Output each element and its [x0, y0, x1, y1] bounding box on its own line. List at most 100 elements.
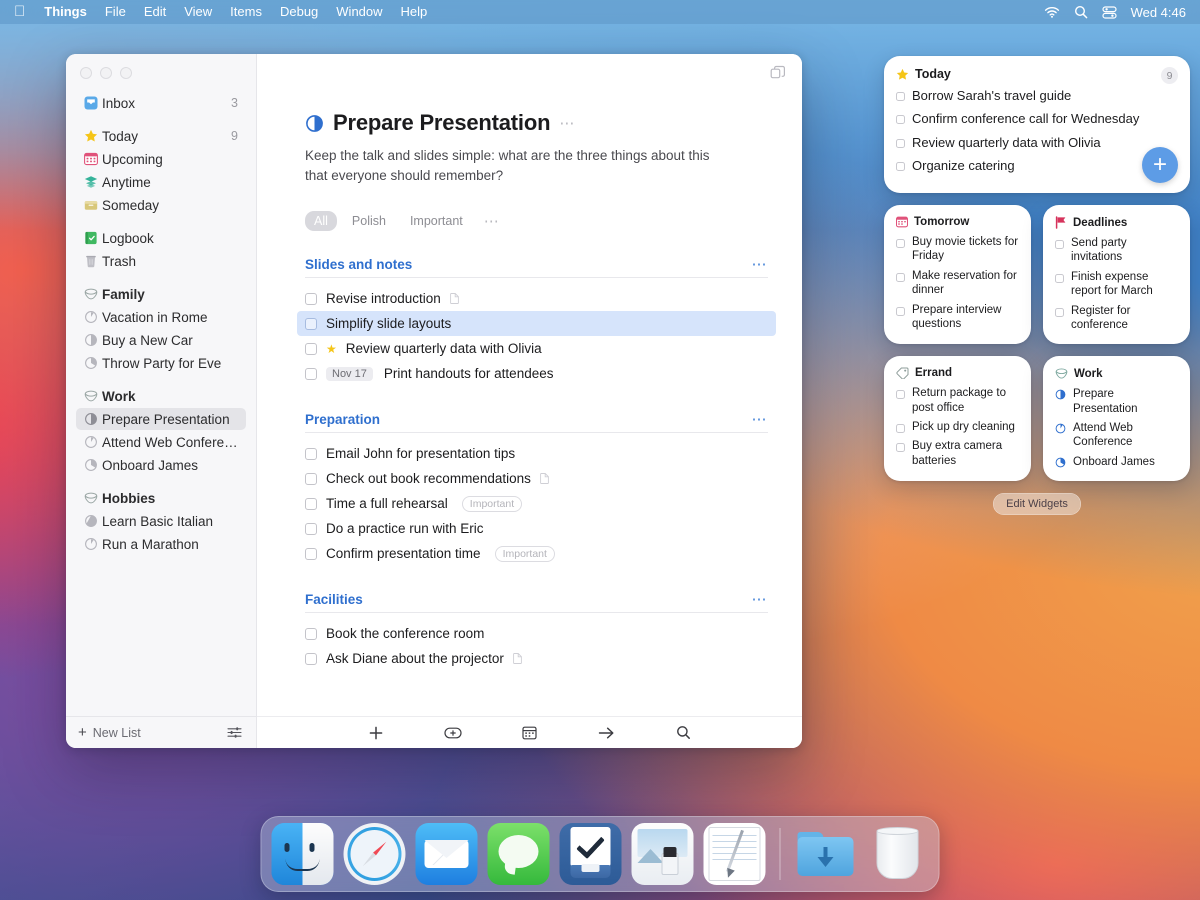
- ellipsis-icon[interactable]: ⋯: [752, 592, 769, 607]
- todo-row[interactable]: Confirm presentation time Important: [297, 541, 776, 566]
- widget-list-item[interactable]: Prepare Presentation: [1055, 387, 1178, 416]
- todo-checkbox[interactable]: [305, 368, 317, 380]
- ellipsis-icon[interactable]: ⋯: [559, 116, 576, 131]
- todo-checkbox[interactable]: [305, 343, 317, 355]
- widget-list-item[interactable]: Pick up dry cleaning: [896, 420, 1019, 434]
- sidebar-project-learn-basic-italian[interactable]: Learn Basic Italian: [76, 510, 246, 532]
- widget-list-item[interactable]: Prepare interview questions: [896, 303, 1019, 332]
- widget-list-item[interactable]: Register for conference: [1055, 304, 1178, 333]
- menu-item-file[interactable]: File: [96, 0, 135, 24]
- menu-item-items[interactable]: Items: [221, 0, 271, 24]
- sidebar-project-onboard-james[interactable]: Onboard James: [76, 454, 246, 476]
- zoom-button[interactable]: [120, 67, 132, 79]
- todo-checkbox[interactable]: [305, 548, 317, 560]
- new-list-button[interactable]: + New List: [78, 725, 141, 740]
- close-button[interactable]: [80, 67, 92, 79]
- widget-list-item[interactable]: Return package to post office: [896, 386, 1019, 415]
- minimize-button[interactable]: [100, 67, 112, 79]
- todo-checkbox[interactable]: [896, 424, 905, 433]
- widget-list-item[interactable]: Onboard James: [1055, 455, 1178, 469]
- sidebar-item-logbook[interactable]: Logbook: [76, 227, 246, 249]
- todo-checkbox[interactable]: [896, 162, 905, 171]
- ellipsis-icon[interactable]: ⋯: [752, 257, 769, 272]
- sidebar-item-today[interactable]: Today 9: [76, 125, 246, 147]
- ellipsis-icon[interactable]: ⋯: [484, 214, 501, 229]
- when-calendar-icon[interactable]: [517, 722, 543, 744]
- filter-chip-polish[interactable]: Polish: [343, 211, 395, 231]
- todo-checkbox[interactable]: [1055, 274, 1064, 283]
- widget-list-item[interactable]: Buy extra camera batteries: [896, 439, 1019, 468]
- search-icon[interactable]: [1074, 5, 1088, 19]
- todo-row[interactable]: ★ Review quarterly data with Olivia: [297, 336, 776, 361]
- sidebar-item-anytime[interactable]: Anytime: [76, 171, 246, 193]
- todo-checkbox[interactable]: [896, 239, 905, 248]
- plus-icon[interactable]: +: [1142, 147, 1178, 183]
- edit-widgets-button[interactable]: Edit Widgets: [993, 493, 1081, 515]
- widget-list-item[interactable]: Buy movie tickets for Friday: [896, 235, 1019, 264]
- widget-work[interactable]: Work Prepare Presentation Attend Web Con…: [1043, 356, 1190, 481]
- todo-checkbox[interactable]: [896, 273, 905, 282]
- sidebar-project-attend-web-conference[interactable]: Attend Web Conference: [76, 431, 246, 453]
- menu-item-view[interactable]: View: [175, 0, 221, 24]
- todo-checkbox[interactable]: [305, 628, 317, 640]
- sidebar-project-prepare-presentation[interactable]: Prepare Presentation: [76, 408, 246, 430]
- wifi-icon[interactable]: [1044, 6, 1060, 18]
- sidebar-area-family[interactable]: Family: [76, 283, 246, 305]
- search-icon[interactable]: [671, 722, 697, 744]
- todo-checkbox[interactable]: [896, 115, 905, 124]
- todo-row[interactable]: Book the conference room: [297, 621, 776, 646]
- apple-logo-icon[interactable]: : [8, 4, 35, 21]
- dock-item-trash[interactable]: [867, 823, 929, 885]
- duplicate-window-icon[interactable]: [770, 65, 786, 81]
- sidebar-project-run-a-marathon[interactable]: Run a Marathon: [76, 533, 246, 555]
- sidebar-item-upcoming[interactable]: Upcoming: [76, 148, 246, 170]
- dock-item-finder[interactable]: [272, 823, 334, 885]
- todo-checkbox[interactable]: [305, 293, 317, 305]
- menu-item-things[interactable]: Things: [35, 0, 96, 24]
- menu-bar-clock[interactable]: Wed 4:46: [1131, 5, 1186, 20]
- todo-checkbox[interactable]: [896, 307, 905, 316]
- sidebar-project-buy-a-new-car[interactable]: Buy a New Car: [76, 329, 246, 351]
- sidebar-area-work[interactable]: Work: [76, 385, 246, 407]
- todo-checkbox[interactable]: [896, 92, 905, 101]
- move-arrow-icon[interactable]: [594, 722, 620, 744]
- todo-checkbox[interactable]: [896, 139, 905, 148]
- widget-list-item[interactable]: Send party invitations: [1055, 236, 1178, 265]
- new-todo-icon[interactable]: [363, 722, 389, 744]
- new-heading-icon[interactable]: [440, 722, 466, 744]
- widget-errand[interactable]: Errand Return package to post office Pic…: [884, 356, 1031, 481]
- widget-today[interactable]: 9 Today Borrow Sarah's travel guide Conf…: [884, 56, 1190, 193]
- todo-row[interactable]: Do a practice run with Eric: [297, 516, 776, 541]
- todo-checkbox[interactable]: [305, 523, 317, 535]
- sidebar-project-throw-party-for-eve[interactable]: Throw Party for Eve: [76, 352, 246, 374]
- menu-item-edit[interactable]: Edit: [135, 0, 175, 24]
- widget-list-item[interactable]: Finish expense report for March: [1055, 270, 1178, 299]
- widget-list-item[interactable]: Attend Web Conference: [1055, 421, 1178, 450]
- sidebar-item-inbox[interactable]: Inbox 3: [76, 92, 246, 114]
- widget-list-item[interactable]: Review quarterly data with Olivia: [896, 135, 1178, 151]
- dock-item-preview[interactable]: [632, 823, 694, 885]
- progress-50-icon[interactable]: [305, 114, 324, 133]
- sidebar-item-someday[interactable]: Someday: [76, 194, 246, 216]
- todo-checkbox[interactable]: [1055, 240, 1064, 249]
- widget-tomorrow[interactable]: Tomorrow Buy movie tickets for Friday Ma…: [884, 205, 1031, 344]
- dock-item-textedit[interactable]: [704, 823, 766, 885]
- todo-checkbox[interactable]: [896, 443, 905, 452]
- widget-list-item[interactable]: Confirm conference call for Wednesday: [896, 111, 1178, 127]
- menu-item-debug[interactable]: Debug: [271, 0, 327, 24]
- widget-list-item[interactable]: Organize catering: [896, 158, 1178, 174]
- dock-item-things[interactable]: [560, 823, 622, 885]
- todo-row[interactable]: Time a full rehearsal Important: [297, 491, 776, 516]
- todo-row[interactable]: Nov 17 Print handouts for attendees: [297, 361, 776, 386]
- todo-checkbox[interactable]: [305, 473, 317, 485]
- todo-checkbox[interactable]: [305, 318, 317, 330]
- widget-list-item[interactable]: Borrow Sarah's travel guide: [896, 88, 1178, 104]
- filter-chip-important[interactable]: Important: [401, 211, 472, 231]
- control-center-icon[interactable]: [1102, 6, 1117, 19]
- menu-item-window[interactable]: Window: [327, 0, 391, 24]
- todo-checkbox[interactable]: [896, 390, 905, 399]
- todo-checkbox[interactable]: [305, 448, 317, 460]
- todo-checkbox[interactable]: [1055, 308, 1064, 317]
- filter-chip-all[interactable]: All: [305, 211, 337, 231]
- todo-checkbox[interactable]: [305, 653, 317, 665]
